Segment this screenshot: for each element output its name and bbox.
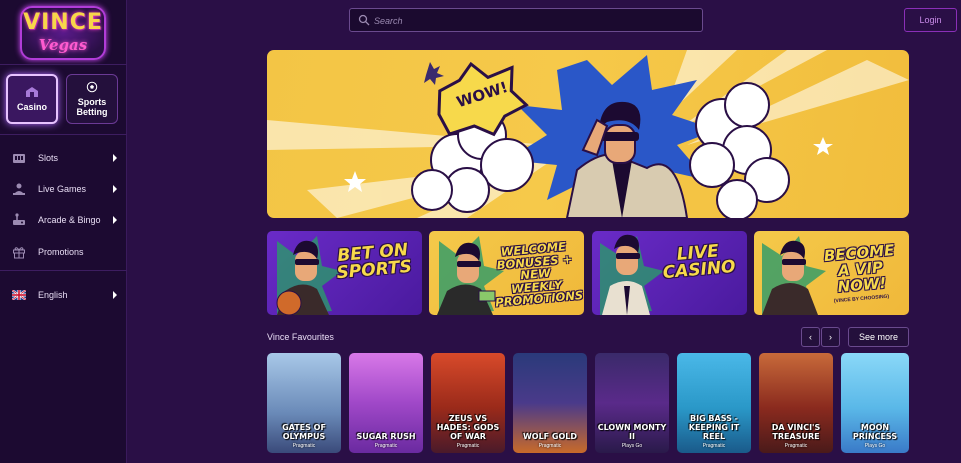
game-tile-clown-monty-ii[interactable]: CLOWN MONTY II Plays Go <box>595 353 669 453</box>
game-tile-zeus-vs-hades[interactable]: ZEUS VS HADES: GODS OF WAR Pragmatic <box>431 353 505 453</box>
promo-card-vip[interactable]: BECOME A VIP NOW! (VINCE BY CHOOSING) <box>754 231 909 315</box>
hero-banner[interactable]: WOW! <box>267 50 909 218</box>
game-provider: Pragmatic <box>538 443 562 449</box>
game-tile-da-vincis-treasure[interactable]: DA VINCI'S TREASURE Pragmatic <box>759 353 833 453</box>
promo-title: BET ON SPORTS <box>335 239 413 284</box>
game-provider: Pragmatic <box>702 443 726 449</box>
game-title: CLOWN MONTY II <box>597 423 667 441</box>
game-title: GATES OF OLYMPUS <box>282 423 326 441</box>
game-tile-big-bass-keeping-it-reel[interactable]: BIG BASS - KEEPING IT REEL Pragmatic <box>677 353 751 453</box>
see-more-button[interactable]: See more <box>848 327 909 347</box>
uk-flag-icon <box>12 290 26 300</box>
section-title-favourites: Vince Favourites <box>267 332 334 342</box>
logo-text-bottom: Vegas <box>38 36 88 54</box>
chevron-right-icon <box>113 185 117 193</box>
divider <box>0 134 127 135</box>
sidebar-item-promotions[interactable]: Promotions <box>0 240 127 264</box>
sidebar-item-label: Arcade & Bingo <box>38 215 101 225</box>
game-provider: Plays Go <box>621 443 643 449</box>
promo-card-live-casino[interactable]: LIVE CASINO <box>592 231 747 315</box>
game-tile-sugar-rush[interactable]: SUGAR RUSH Pragmatic <box>349 353 423 453</box>
logo-text-top: VINCE <box>23 10 103 35</box>
game-provider: Pragmatic <box>292 443 316 449</box>
sidebar-item-label: Live Games <box>38 184 87 194</box>
sports-betting-category-button[interactable]: Sports Betting <box>66 74 118 124</box>
gift-icon <box>13 247 25 259</box>
arcade-icon <box>13 213 25 225</box>
casino-category-button[interactable]: Casino <box>6 74 58 124</box>
game-title: MOON PRINCESS <box>852 423 898 441</box>
language-label: English <box>38 290 68 300</box>
sidebar-item-label: Slots <box>38 153 59 163</box>
game-title: WOLF GOLD <box>522 432 578 441</box>
sidebar-item-slots[interactable]: Slots <box>0 146 127 170</box>
game-tile-gates-of-olympus[interactable]: GATES OF OLYMPUS Pragmatic <box>267 353 341 453</box>
game-provider: Pragmatic <box>784 443 808 449</box>
search-bar <box>349 8 703 32</box>
casino-category-label: Casino <box>16 102 47 112</box>
game-title: SUGAR RUSH <box>356 432 416 441</box>
live-dealer-icon <box>13 183 25 195</box>
game-provider: Plays Go <box>864 443 886 449</box>
sidebar-item-live-games[interactable]: Live Games <box>0 177 127 201</box>
game-provider: Pragmatic <box>374 443 398 449</box>
vince-vegas-logo[interactable]: VINCE Vegas <box>14 4 112 60</box>
sidebar-item-arcade-bingo[interactable]: Arcade & Bingo <box>0 208 127 232</box>
sports-betting-category-label: Sports Betting <box>76 97 108 117</box>
sidebar-item-label: Promotions <box>38 247 84 257</box>
game-title: ZEUS VS HADES: GODS OF WAR <box>436 414 500 441</box>
game-provider: Pragmatic <box>456 443 480 449</box>
chevron-right-icon <box>113 154 117 162</box>
game-tile-wolf-gold[interactable]: WOLF GOLD Pragmatic <box>513 353 587 453</box>
carousel-next-button[interactable]: › <box>821 327 840 347</box>
chevron-right-icon <box>113 216 117 224</box>
slots-icon <box>13 154 25 163</box>
login-button[interactable]: Login <box>904 8 957 32</box>
casino-icon <box>26 87 38 97</box>
promo-title: WELCOME BONUSES + NEW WEEKLY PROMOTIONS <box>494 239 584 310</box>
promo-title: BECOME A VIP NOW! <box>823 241 896 297</box>
game-title: BIG BASS - KEEPING IT REEL <box>688 414 740 441</box>
promo-title: LIVE CASINO <box>662 241 737 284</box>
soccer-ball-icon <box>86 81 98 93</box>
divider <box>0 270 127 271</box>
promo-card-sports[interactable]: BET ON SPORTS <box>267 231 422 315</box>
chevron-right-icon <box>113 291 117 299</box>
divider <box>0 64 127 65</box>
sidebar: VINCE Vegas Casino Sports Betting Slots <box>0 0 127 463</box>
search-icon <box>358 14 370 26</box>
carousel-prev-button[interactable]: ‹ <box>801 327 820 347</box>
game-title: DA VINCI'S TREASURE <box>771 423 821 441</box>
hero-artwork <box>267 50 909 218</box>
promo-card-welcome-bonuses[interactable]: WELCOME BONUSES + NEW WEEKLY PROMOTIONS <box>429 231 584 315</box>
language-selector[interactable]: English <box>0 283 127 307</box>
game-tile-moon-princess[interactable]: MOON PRINCESS Plays Go <box>841 353 909 453</box>
search-input[interactable] <box>374 13 694 28</box>
